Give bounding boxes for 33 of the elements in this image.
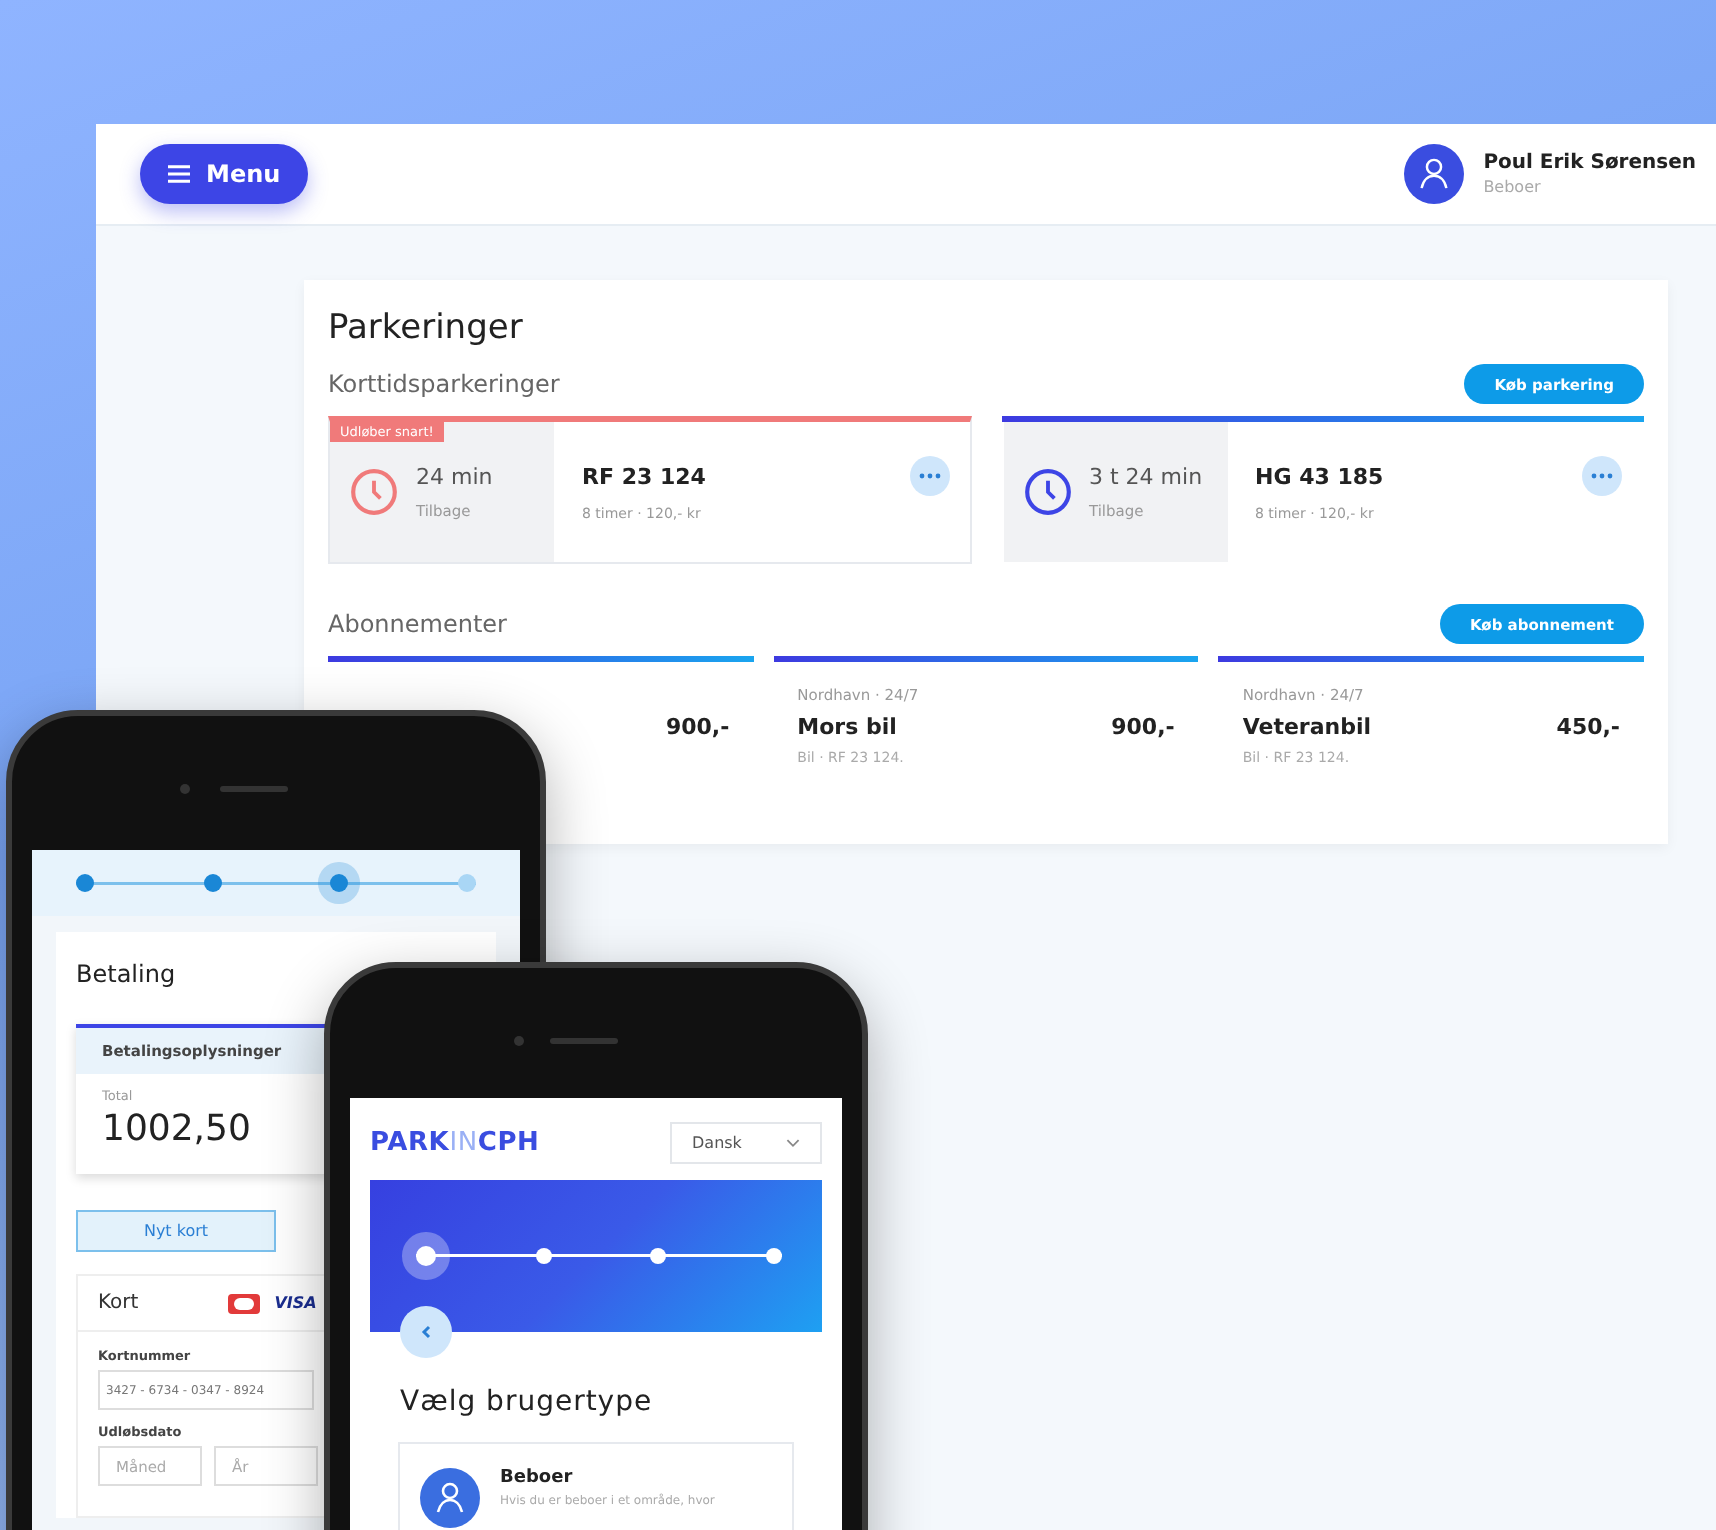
chevron-down-icon	[786, 1138, 800, 1148]
subscription-price: 900,-	[1111, 714, 1175, 740]
user-name: Poul Erik Sørensen	[1483, 152, 1696, 174]
user-role: Beboer	[1483, 178, 1543, 196]
menu-button[interactable]: Menu	[140, 144, 309, 204]
card-section-title: Kort	[98, 1292, 139, 1314]
user-avatar-icon	[1403, 144, 1464, 204]
subscription-price: 900,-	[665, 713, 730, 739]
language-dropdown[interactable]: Dansk	[670, 1122, 822, 1164]
license-plate: HG 43 185	[1255, 463, 1384, 489]
more-icon[interactable]	[1582, 456, 1622, 496]
section-heading: Abonnementer	[328, 610, 507, 638]
subscription-name: Veteranbil	[1242, 714, 1372, 740]
subscription-price: 450,-	[1556, 714, 1621, 740]
total-amount: 1002,50	[102, 1108, 251, 1150]
page-title: Vælg brugertype	[400, 1386, 655, 1418]
page-title: Parkeringer	[328, 308, 525, 348]
payment-title: Betaling	[76, 960, 178, 988]
option-title: Beboer	[500, 1468, 575, 1488]
clock-icon	[350, 468, 398, 516]
card-tab[interactable]: Nyt kort	[76, 1210, 276, 1252]
clock-icon	[1023, 468, 1071, 516]
subscription-name: Mors bil	[797, 714, 897, 740]
time-remaining: 3 t 24 min	[1089, 464, 1203, 490]
section-heading: Korttidsparkeringer	[328, 370, 560, 398]
logo: PARKINCPH	[370, 1128, 540, 1158]
more-icon[interactable]	[909, 456, 949, 496]
menu-icon	[168, 164, 190, 184]
time-remaining: 24 min	[416, 464, 493, 490]
visa-logo: VISA	[274, 1294, 317, 1312]
card-logo-icon	[228, 1293, 261, 1313]
license-plate: RF 23 124	[582, 463, 706, 489]
back-icon[interactable]	[400, 1306, 452, 1358]
